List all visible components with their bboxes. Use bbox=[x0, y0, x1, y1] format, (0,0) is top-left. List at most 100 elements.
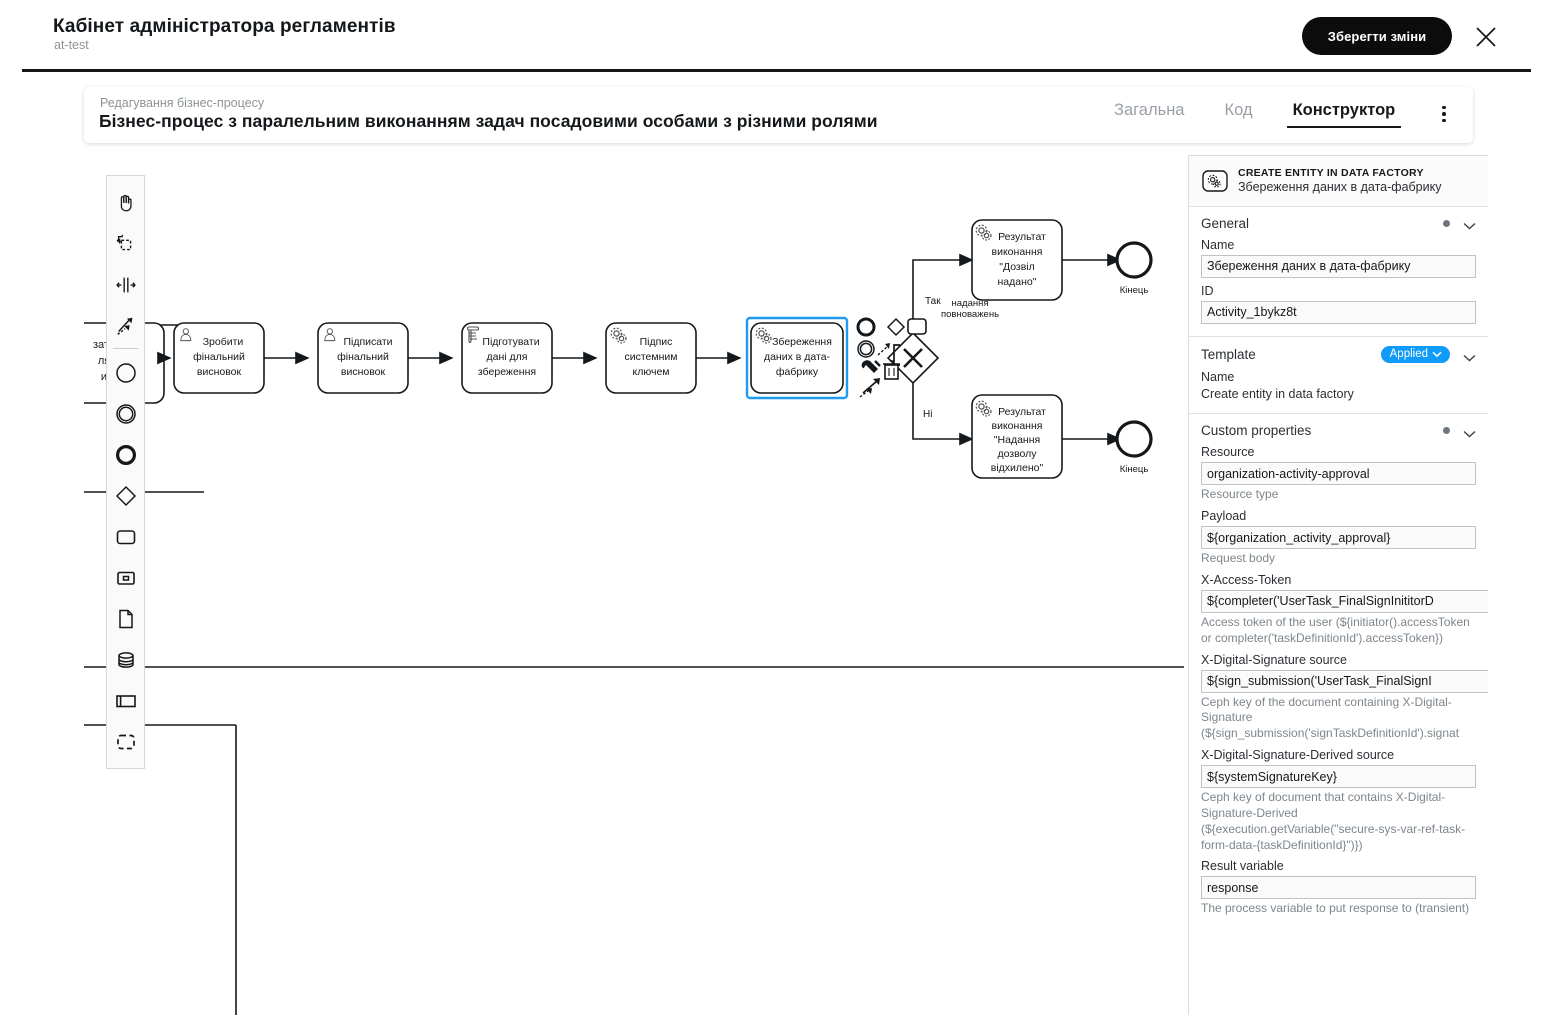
data-store-file-icon[interactable] bbox=[106, 598, 145, 639]
svg-text:дозволу: дозволу bbox=[997, 448, 1037, 460]
gateway-icon[interactable] bbox=[106, 475, 145, 516]
chevron-down-icon[interactable] bbox=[1463, 427, 1476, 438]
bpmn-palette[interactable] bbox=[106, 175, 145, 769]
service-task-template-icon bbox=[1201, 169, 1229, 193]
flow-label-yes: Так bbox=[925, 296, 941, 307]
tab-constructor[interactable]: Конструктор bbox=[1286, 100, 1402, 128]
append-activity-icon[interactable] bbox=[859, 378, 880, 398]
append-task-icon[interactable] bbox=[907, 318, 927, 335]
svg-text:Кінець: Кінець bbox=[1120, 285, 1149, 296]
app-subtitle: at-test bbox=[54, 38, 89, 52]
template-applied-label: Applied bbox=[1389, 348, 1428, 361]
end-event-top[interactable]: Кінець bbox=[1115, 241, 1153, 296]
intermediate-event-icon[interactable] bbox=[106, 393, 145, 434]
task-sign-final-conclusion[interactable]: Підписати фінальний висновок bbox=[317, 322, 409, 394]
delete-icon[interactable] bbox=[883, 360, 900, 380]
svg-text:фінальний: фінальний bbox=[337, 351, 389, 363]
svg-text:надано": надано" bbox=[998, 276, 1037, 288]
breadcrumb: Редагування бізнес-процесу bbox=[100, 96, 265, 110]
data-object-icon[interactable] bbox=[106, 557, 145, 598]
svg-text:збереження: збереження bbox=[478, 366, 536, 378]
hand-tool-icon[interactable] bbox=[106, 182, 145, 223]
connect-icon[interactable] bbox=[877, 343, 890, 356]
x-digital-signature-source-field-label: X-Digital-Signature source bbox=[1201, 652, 1347, 667]
end-event-icon[interactable] bbox=[106, 434, 145, 475]
page-title: Бізнес-процес з паралельним виконанням з… bbox=[99, 111, 878, 131]
lasso-tool-icon[interactable] bbox=[106, 223, 145, 264]
resource-input[interactable]: organization-activity-approval bbox=[1201, 462, 1476, 486]
x-digital-signature-source-input[interactable]: ${sign_submission('UserTask_FinalSignI bbox=[1201, 669, 1488, 693]
id-input[interactable]: Activity_1bykz8t bbox=[1201, 300, 1476, 324]
svg-text:виконання: виконання bbox=[992, 246, 1043, 258]
tab-code[interactable]: Код bbox=[1219, 100, 1259, 126]
svg-text:Результат: Результат bbox=[998, 231, 1046, 243]
data-store-icon[interactable] bbox=[106, 639, 145, 680]
x-access-token-field-hint: Access token of the user (${initiator().… bbox=[1201, 614, 1470, 645]
template-applied-badge[interactable]: Applied bbox=[1380, 345, 1450, 364]
x-digital-signature-derived-source-input[interactable]: ${systemSignatureKey} bbox=[1201, 765, 1476, 789]
x-digital-signature-derived-source-field-label: X-Digital-Signature-Derived source bbox=[1201, 748, 1395, 763]
participant-icon[interactable] bbox=[106, 721, 145, 762]
header-divider bbox=[22, 69, 1531, 72]
svg-text:дані для: дані для bbox=[487, 351, 528, 363]
payload-input[interactable]: ${organization_activity_approval} bbox=[1201, 526, 1476, 550]
group-template-header[interactable]: Template Applied bbox=[1201, 345, 1476, 364]
element-name: Збереження даних в дата-фабрику bbox=[1238, 180, 1442, 195]
svg-text:висновок: висновок bbox=[197, 366, 242, 378]
palette-divider bbox=[113, 348, 138, 349]
task-make-final-conclusion[interactable]: Зробити фінальний висновок bbox=[173, 322, 265, 394]
end-event-bottom[interactable]: Кінець bbox=[1115, 420, 1153, 475]
group-custom-properties: Custom properties Resource organization-… bbox=[1189, 414, 1488, 929]
task-prepare-data[interactable]: Підготувати дані для збереження bbox=[461, 322, 553, 394]
properties-panel-header: CREATE ENTITY IN DATA FACTORY Збереження… bbox=[1189, 156, 1488, 207]
global-connect-tool-icon[interactable] bbox=[106, 305, 145, 346]
app-title: Кабінет адміністратора регламентів bbox=[53, 16, 396, 37]
close-icon[interactable] bbox=[1474, 25, 1498, 49]
flow-label-no: Ні bbox=[923, 409, 932, 420]
resource-field-label: Resource bbox=[1201, 445, 1255, 460]
svg-text:Підписати: Підписати bbox=[343, 336, 392, 348]
svg-text:Результат: Результат bbox=[998, 406, 1046, 418]
kebab-menu-icon[interactable] bbox=[1436, 103, 1452, 125]
chevron-down-icon bbox=[1432, 351, 1442, 357]
expanded-subprocess-icon[interactable] bbox=[106, 680, 145, 721]
group-status-dot bbox=[1443, 427, 1450, 435]
space-tool-icon[interactable] bbox=[106, 264, 145, 305]
group-template: Template Applied Name Create entity in d… bbox=[1189, 337, 1488, 415]
save-changes-button[interactable]: Зберегти зміни bbox=[1302, 17, 1452, 55]
append-end-event-icon[interactable] bbox=[856, 317, 876, 337]
resource-field-hint: Resource type bbox=[1201, 487, 1279, 502]
task-save-to-data-factory[interactable]: Збереження даних в дата- фабрику bbox=[745, 316, 849, 400]
element-template-kind: CREATE ENTITY IN DATA FACTORY bbox=[1238, 167, 1424, 179]
svg-text:відхилено": відхилено" bbox=[991, 462, 1044, 474]
svg-text:Кінець: Кінець bbox=[1120, 464, 1149, 475]
name-input[interactable]: Збереження даних в дата-фабрику bbox=[1201, 254, 1476, 278]
start-event-icon[interactable] bbox=[106, 352, 145, 393]
chevron-down-icon[interactable] bbox=[1463, 219, 1476, 230]
group-custom-properties-title: Custom properties bbox=[1201, 423, 1312, 439]
properties-panel[interactable]: CREATE ENTITY IN DATA FACTORY Збереження… bbox=[1188, 155, 1488, 1015]
task-result-permission-denied[interactable]: Результат виконання "Надання дозволу від… bbox=[971, 394, 1063, 479]
append-gateway-icon[interactable] bbox=[886, 317, 906, 337]
template-name-label: Name bbox=[1201, 370, 1235, 385]
group-template-title: Template bbox=[1201, 347, 1256, 362]
append-intermediate-event-icon[interactable] bbox=[857, 340, 875, 358]
wrench-icon[interactable] bbox=[861, 360, 881, 373]
group-general-title: General bbox=[1201, 215, 1250, 231]
svg-text:ключем: ключем bbox=[632, 366, 669, 378]
app-header: Кабінет адміністратора регламентів at-te… bbox=[0, 0, 1553, 72]
task-icon[interactable] bbox=[106, 516, 145, 557]
x-access-token-input[interactable]: ${completer('UserTask_FinalSignInititorD bbox=[1201, 589, 1488, 613]
task-result-permission-granted[interactable]: Результат виконання "Дозвіл надано" bbox=[971, 219, 1063, 301]
svg-text:"Дозвіл: "Дозвіл bbox=[999, 261, 1035, 273]
group-custom-properties-header[interactable]: Custom properties bbox=[1201, 423, 1476, 438]
svg-text:"Надання: "Надання bbox=[994, 434, 1040, 446]
group-general-header[interactable]: General bbox=[1201, 216, 1476, 231]
svg-text:Зробити: Зробити bbox=[203, 336, 244, 348]
result-variable-input[interactable]: response bbox=[1201, 876, 1476, 900]
chevron-down-icon[interactable] bbox=[1463, 351, 1476, 361]
task-system-key-sign[interactable]: Підпис системним ключем bbox=[605, 322, 697, 394]
gateway-permission[interactable]: надання повноважень bbox=[886, 298, 999, 385]
name-field-label: Name bbox=[1201, 237, 1235, 252]
tab-general[interactable]: Загальна bbox=[1108, 100, 1191, 126]
